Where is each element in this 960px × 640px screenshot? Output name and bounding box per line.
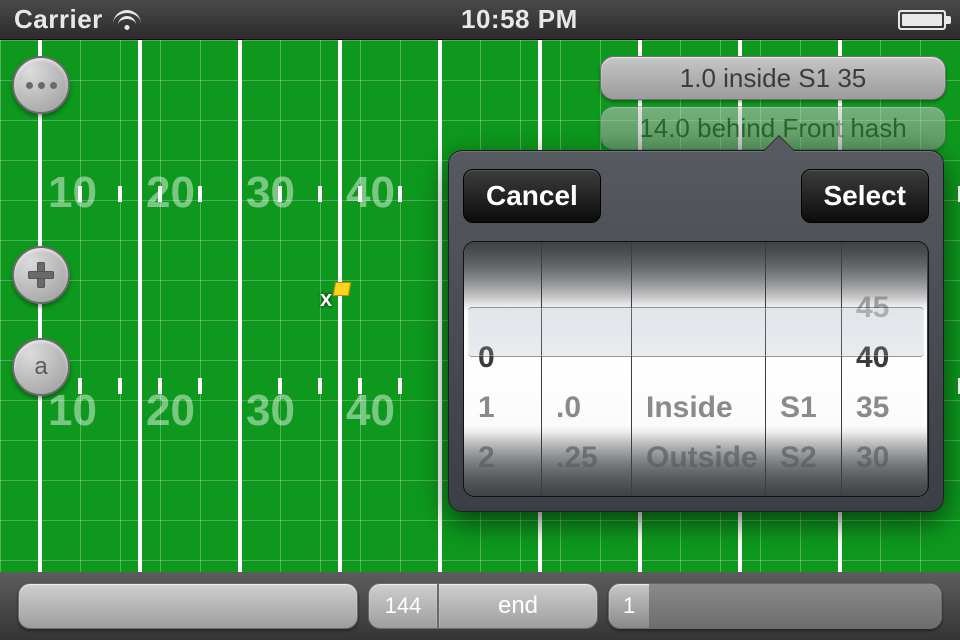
picker-wheel-side[interactable]: Inside Outside <box>632 242 766 496</box>
count-segment[interactable]: 144 <box>368 583 438 629</box>
more-button[interactable] <box>12 56 70 114</box>
set-progress[interactable]: 1 <box>608 583 942 629</box>
label-button[interactable]: a <box>12 338 70 396</box>
yard-number: 40 <box>346 386 395 436</box>
ellipsis-icon <box>26 82 57 89</box>
picker-wheel-group: 0 1 2 3 .0 .25 .5 <box>463 241 929 497</box>
yard-number: 10 <box>48 386 97 436</box>
end-segment[interactable]: end <box>438 583 598 629</box>
status-bar: Carrier 10:58 PM <box>0 0 960 40</box>
picker-wheel-half[interactable]: S1 S2 <box>766 242 842 496</box>
horizontal-coord-pill[interactable]: 1.0 inside S1 35 <box>600 56 946 100</box>
popover-arrow-icon <box>763 136 795 152</box>
yard-number: 30 <box>246 168 295 218</box>
bottom-button-1[interactable] <box>18 583 358 629</box>
yard-number: 10 <box>48 168 97 218</box>
wifi-icon <box>113 10 141 30</box>
select-button[interactable]: Select <box>801 169 930 223</box>
add-button[interactable] <box>12 246 70 304</box>
yard-number: 30 <box>246 386 295 436</box>
battery-icon <box>898 10 946 30</box>
label-button-text: a <box>34 353 47 381</box>
picker-wheel-yardline[interactable]: 45 40 35 30 25 <box>842 242 928 496</box>
yard-number: 20 <box>146 168 195 218</box>
player-marker[interactable]: x <box>320 286 332 312</box>
cancel-button[interactable]: Cancel <box>463 169 601 223</box>
set-number: 1 <box>623 593 635 619</box>
yard-number: 40 <box>346 168 395 218</box>
carrier-label: Carrier <box>14 4 103 35</box>
picker-wheel-fraction[interactable]: .0 .25 .5 <box>542 242 632 496</box>
yard-number: 20 <box>146 386 195 436</box>
flag-icon <box>333 282 351 296</box>
picker-wheel-whole[interactable]: 0 1 2 3 <box>464 242 542 496</box>
clock-label: 10:58 PM <box>461 4 578 35</box>
count-end-segment[interactable]: 144 end <box>368 583 598 629</box>
bottom-toolbar: 144 end 1 <box>0 572 960 640</box>
coord-picker-popover: Cancel Select 0 1 2 3 .0 .25 <box>448 150 944 512</box>
plus-icon <box>28 262 54 288</box>
